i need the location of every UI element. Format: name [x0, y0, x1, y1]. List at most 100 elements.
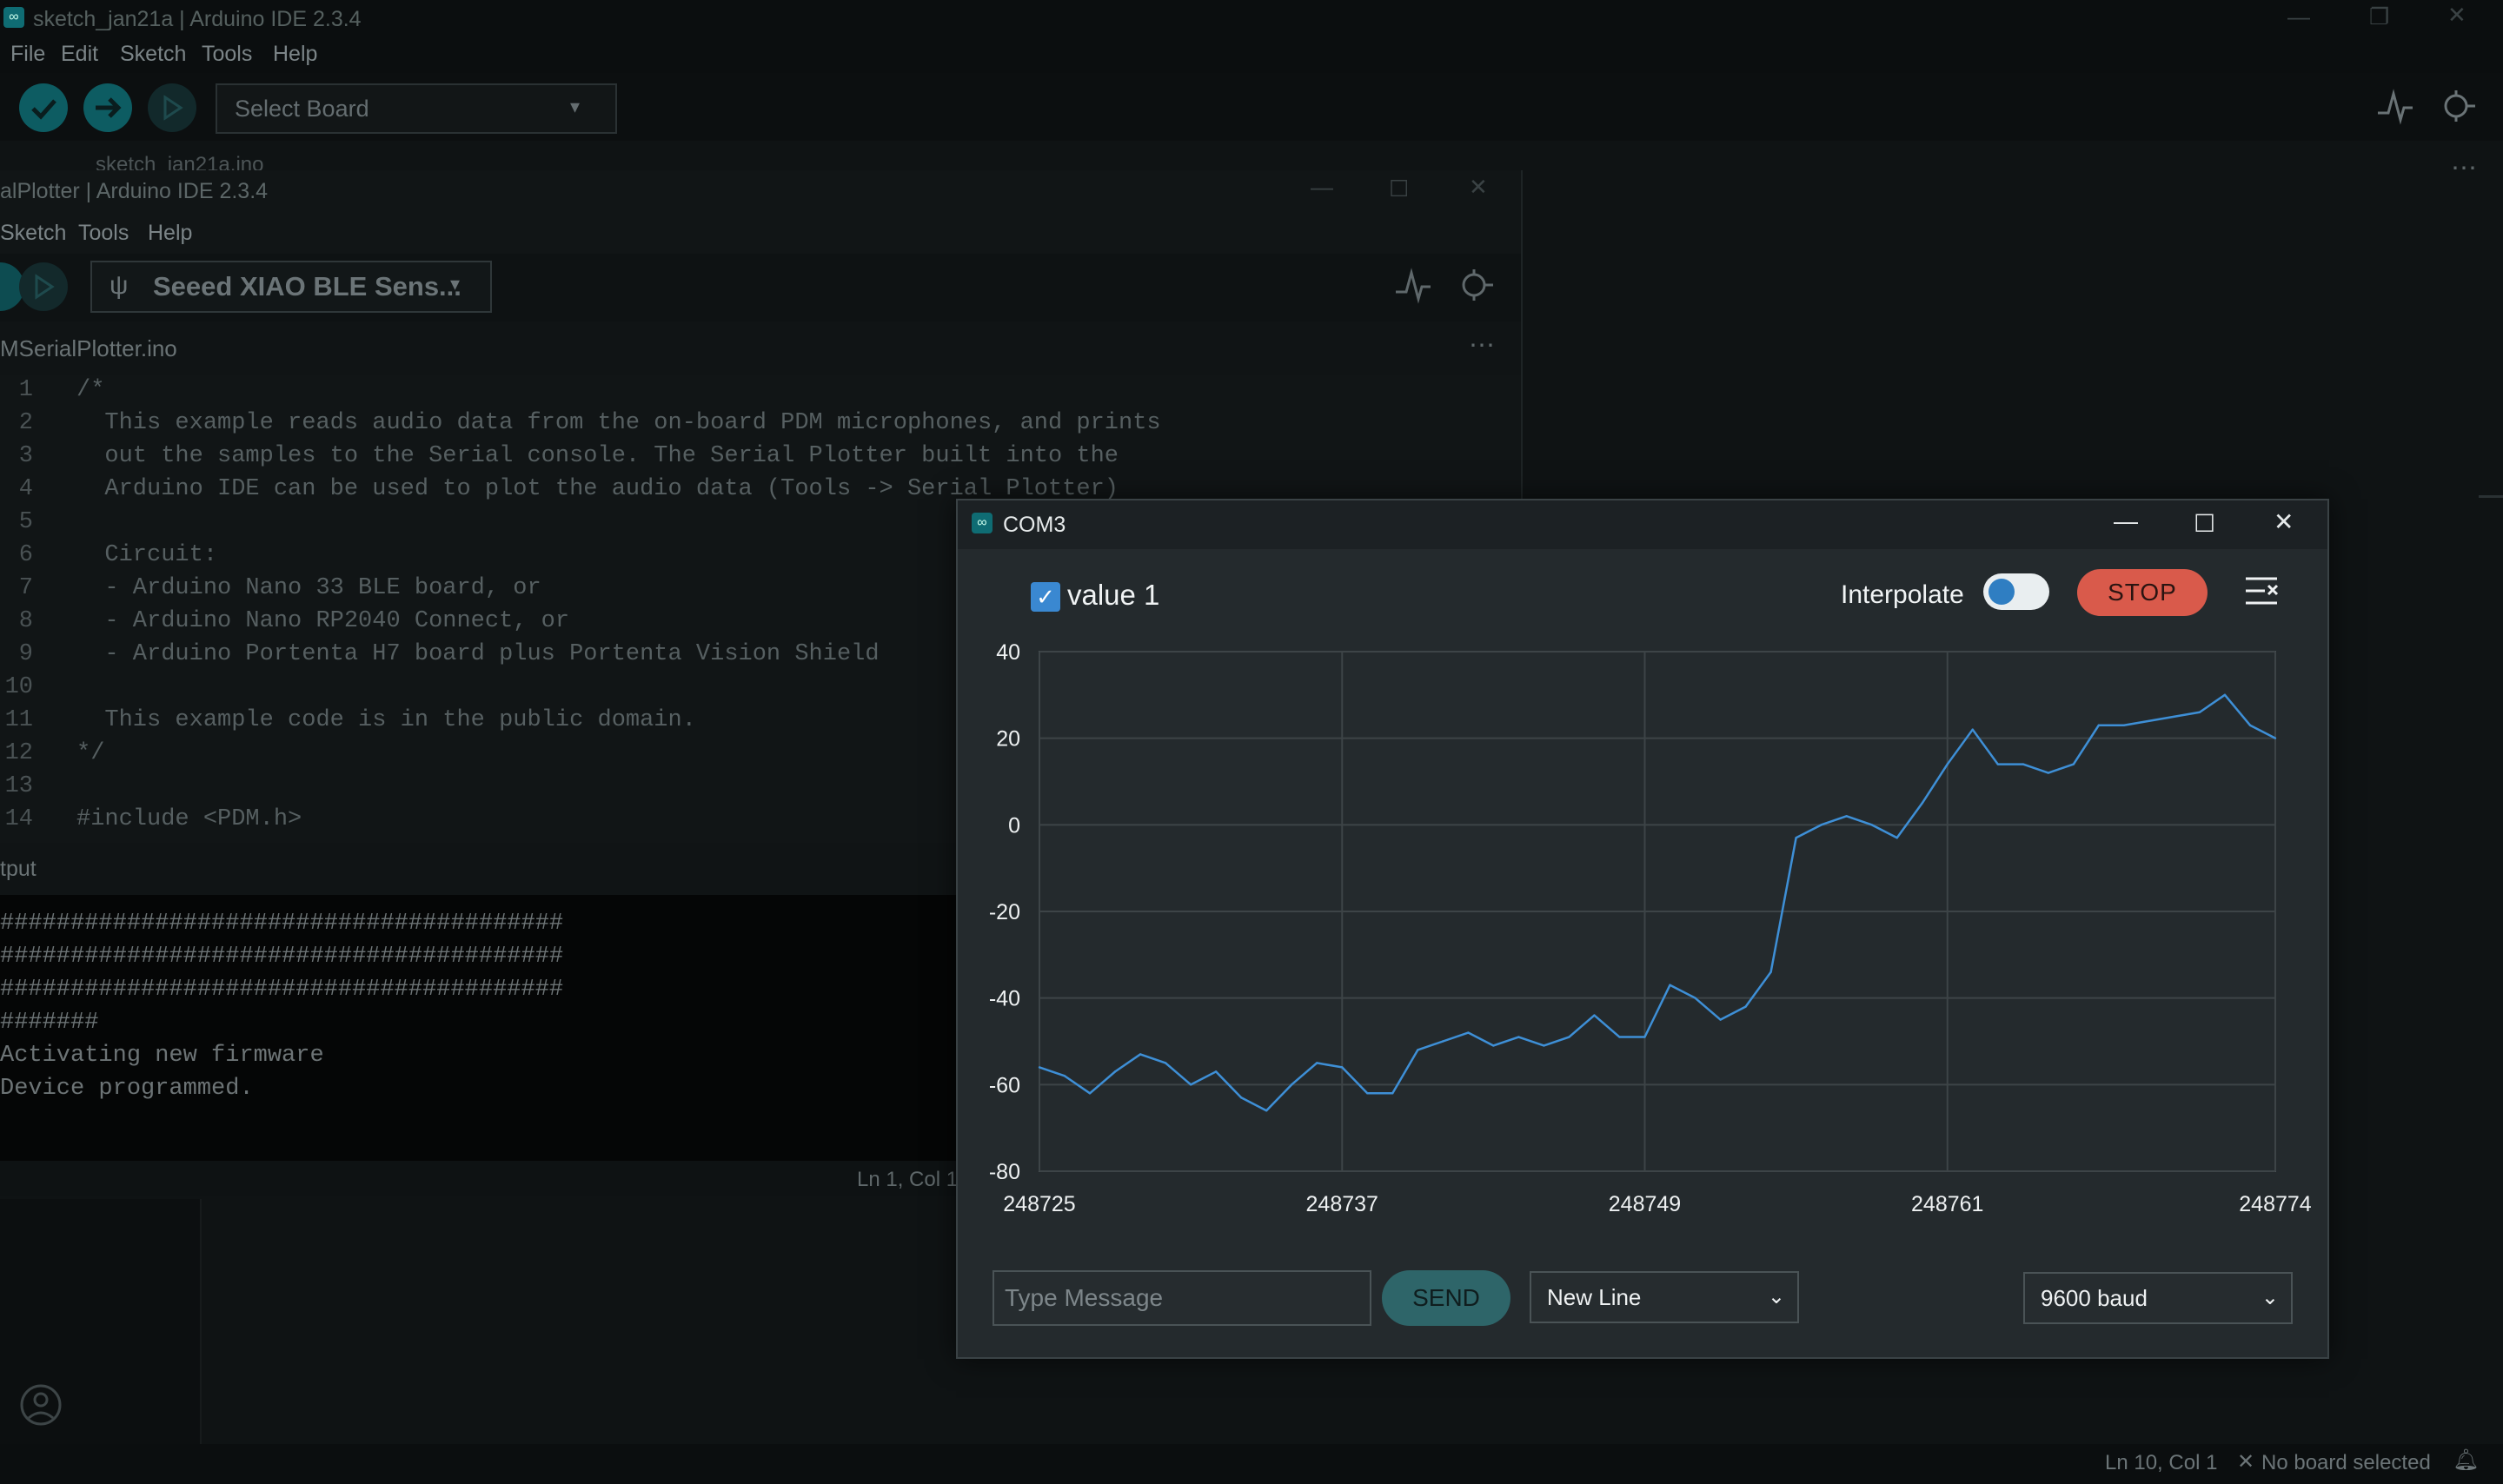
data-point: [2274, 737, 2277, 739]
sketch-serial-monitor-button[interactable]: [1457, 266, 1495, 308]
data-point: [1063, 1075, 1066, 1077]
data-point: [2173, 715, 2176, 718]
sketch-debug-button[interactable]: [19, 262, 68, 311]
chevron-down-icon: ⌄: [2261, 1286, 2279, 1309]
code-text: /*: [76, 377, 105, 403]
serial-monitor-button[interactable]: [2439, 87, 2477, 129]
menu-file[interactable]: File: [10, 42, 45, 67]
checkmark-icon: [31, 99, 56, 120]
data-point: [1366, 1092, 1369, 1095]
code-text: - Arduino Portenta H7 board plus Portent…: [76, 641, 880, 667]
data-point: [1442, 1040, 1444, 1043]
data-point: [1820, 824, 1822, 826]
baud-rate-value: 9600 baud: [2041, 1285, 2148, 1311]
menu-edit[interactable]: Edit: [61, 42, 98, 67]
series-checkbox[interactable]: ✓: [1031, 582, 1060, 612]
bell-icon[interactable]: 🔔︎: [2453, 1448, 2479, 1473]
series-line-value-1: [1039, 693, 2276, 1112]
more-options-icon[interactable]: ⋯: [1469, 330, 1495, 361]
data-point: [1139, 1053, 1142, 1056]
main-restore-button[interactable]: ❐: [2369, 3, 2389, 30]
output-line: ########################################: [0, 911, 564, 937]
sketch-window-title: alPlotter | Arduino IDE 2.3.4: [0, 179, 269, 203]
data-point: [2148, 719, 2151, 722]
x-tick-label: 248737: [1306, 1192, 1378, 1216]
sketch-menu-sketch[interactable]: Sketch: [0, 221, 66, 246]
y-axis-ticks: 40 20 0 -20 -40 -60 -80: [989, 640, 1020, 1184]
main-close-button[interactable]: ✕: [2447, 2, 2466, 29]
data-point: [1618, 1036, 1621, 1038]
account-icon: [20, 1384, 62, 1426]
board-select-label: Select Board: [235, 96, 369, 122]
menu-tools[interactable]: Tools: [202, 42, 252, 67]
sketch-board-label: Seeed XIAO BLE Sens...: [153, 271, 461, 301]
y-tick-label: 0: [1008, 813, 1020, 838]
menu-sketch[interactable]: Sketch: [120, 42, 186, 67]
clear-plot-button[interactable]: [2242, 572, 2282, 612]
sketch-cursor-position: Ln 1, Col 1: [857, 1168, 959, 1191]
send-button[interactable]: SEND: [1382, 1270, 1510, 1326]
message-input[interactable]: [993, 1270, 1371, 1326]
y-tick-label: 20: [996, 727, 1020, 752]
line-number: 5: [18, 509, 33, 535]
data-point: [1896, 837, 1898, 839]
y-tick-label: 40: [996, 640, 1020, 665]
stop-button[interactable]: STOP: [2077, 569, 2208, 616]
upload-button[interactable]: [83, 83, 132, 132]
x-tick-label: 248761: [1911, 1192, 1983, 1216]
debug-icon: [35, 274, 55, 300]
account-button[interactable]: [19, 1383, 63, 1431]
data-point: [1492, 1044, 1495, 1047]
code-text: Circuit:: [76, 542, 218, 568]
data-point: [1795, 837, 1797, 839]
chart-gridlines: [1039, 651, 2276, 1172]
data-point: [1517, 1036, 1520, 1038]
sketch-maximize-button[interactable]: ☐: [1389, 176, 1409, 202]
serial-plotter-button[interactable]: [2376, 87, 2414, 129]
y-tick-label: -20: [989, 900, 1020, 924]
main-minimize-button[interactable]: —: [2287, 3, 2310, 30]
serial-monitor-icon: [2444, 90, 2475, 122]
line-number: 6: [18, 542, 33, 568]
data-point: [1341, 1066, 1344, 1069]
sketch-serial-plotter-button[interactable]: [1394, 266, 1432, 308]
code-text: This example code is in the public domai…: [76, 707, 696, 733]
data-point: [2223, 693, 2227, 697]
sketch-menu-tools[interactable]: Tools: [78, 221, 129, 246]
debug-icon: [163, 95, 183, 121]
main-tab-partial[interactable]: sketch_jan21a.ino: [96, 153, 263, 170]
data-point: [1694, 997, 1696, 999]
data-point: [1921, 802, 1923, 805]
line-ending-select[interactable]: New Line ⌄: [1530, 1271, 1799, 1323]
more-options-icon[interactable]: ⋯: [2451, 153, 2477, 183]
verify-button[interactable]: [19, 83, 68, 132]
baud-rate-select[interactable]: 9600 baud ⌄: [2023, 1272, 2293, 1324]
sketch-file-tab[interactable]: MSerialPlotter.ino: [0, 335, 177, 362]
data-point: [2122, 724, 2126, 726]
y-tick-label: -40: [989, 987, 1020, 1011]
sketch-close-button[interactable]: ✕: [1469, 174, 1488, 201]
series-label: value 1: [1067, 579, 1160, 611]
plotter-minimize-button[interactable]: —: [2114, 507, 2138, 535]
line-ending-value: New Line: [1547, 1284, 1642, 1310]
debug-button[interactable]: [148, 83, 196, 132]
data-point: [1543, 1044, 1545, 1047]
code-text: This example reads audio data from the o…: [76, 410, 1161, 436]
serial-monitor-icon: [1462, 269, 1493, 301]
main-window-title: sketch_jan21a | Arduino IDE 2.3.4: [33, 7, 362, 31]
output-line: ########################################: [0, 944, 564, 970]
plotter-maximize-button[interactable]: ☐: [2194, 509, 2215, 538]
output-line: #######: [0, 1010, 99, 1036]
data-point: [1214, 1070, 1218, 1073]
plotter-close-button[interactable]: ✕: [2274, 507, 2294, 536]
line-number: 9: [18, 641, 33, 667]
sketch-minimize-button[interactable]: —: [1311, 174, 1333, 201]
code-text: - Arduino Nano 33 BLE board, or: [76, 575, 541, 601]
line-number: 12: [4, 740, 33, 766]
board-status[interactable]: No board selected: [2261, 1451, 2431, 1475]
chart-series: [1038, 693, 2277, 1112]
code-text: #include <PDM.h>: [76, 806, 302, 832]
x-tick-label: 248774: [2239, 1192, 2312, 1216]
menu-help[interactable]: Help: [273, 42, 317, 67]
sketch-menu-help[interactable]: Help: [148, 221, 192, 246]
